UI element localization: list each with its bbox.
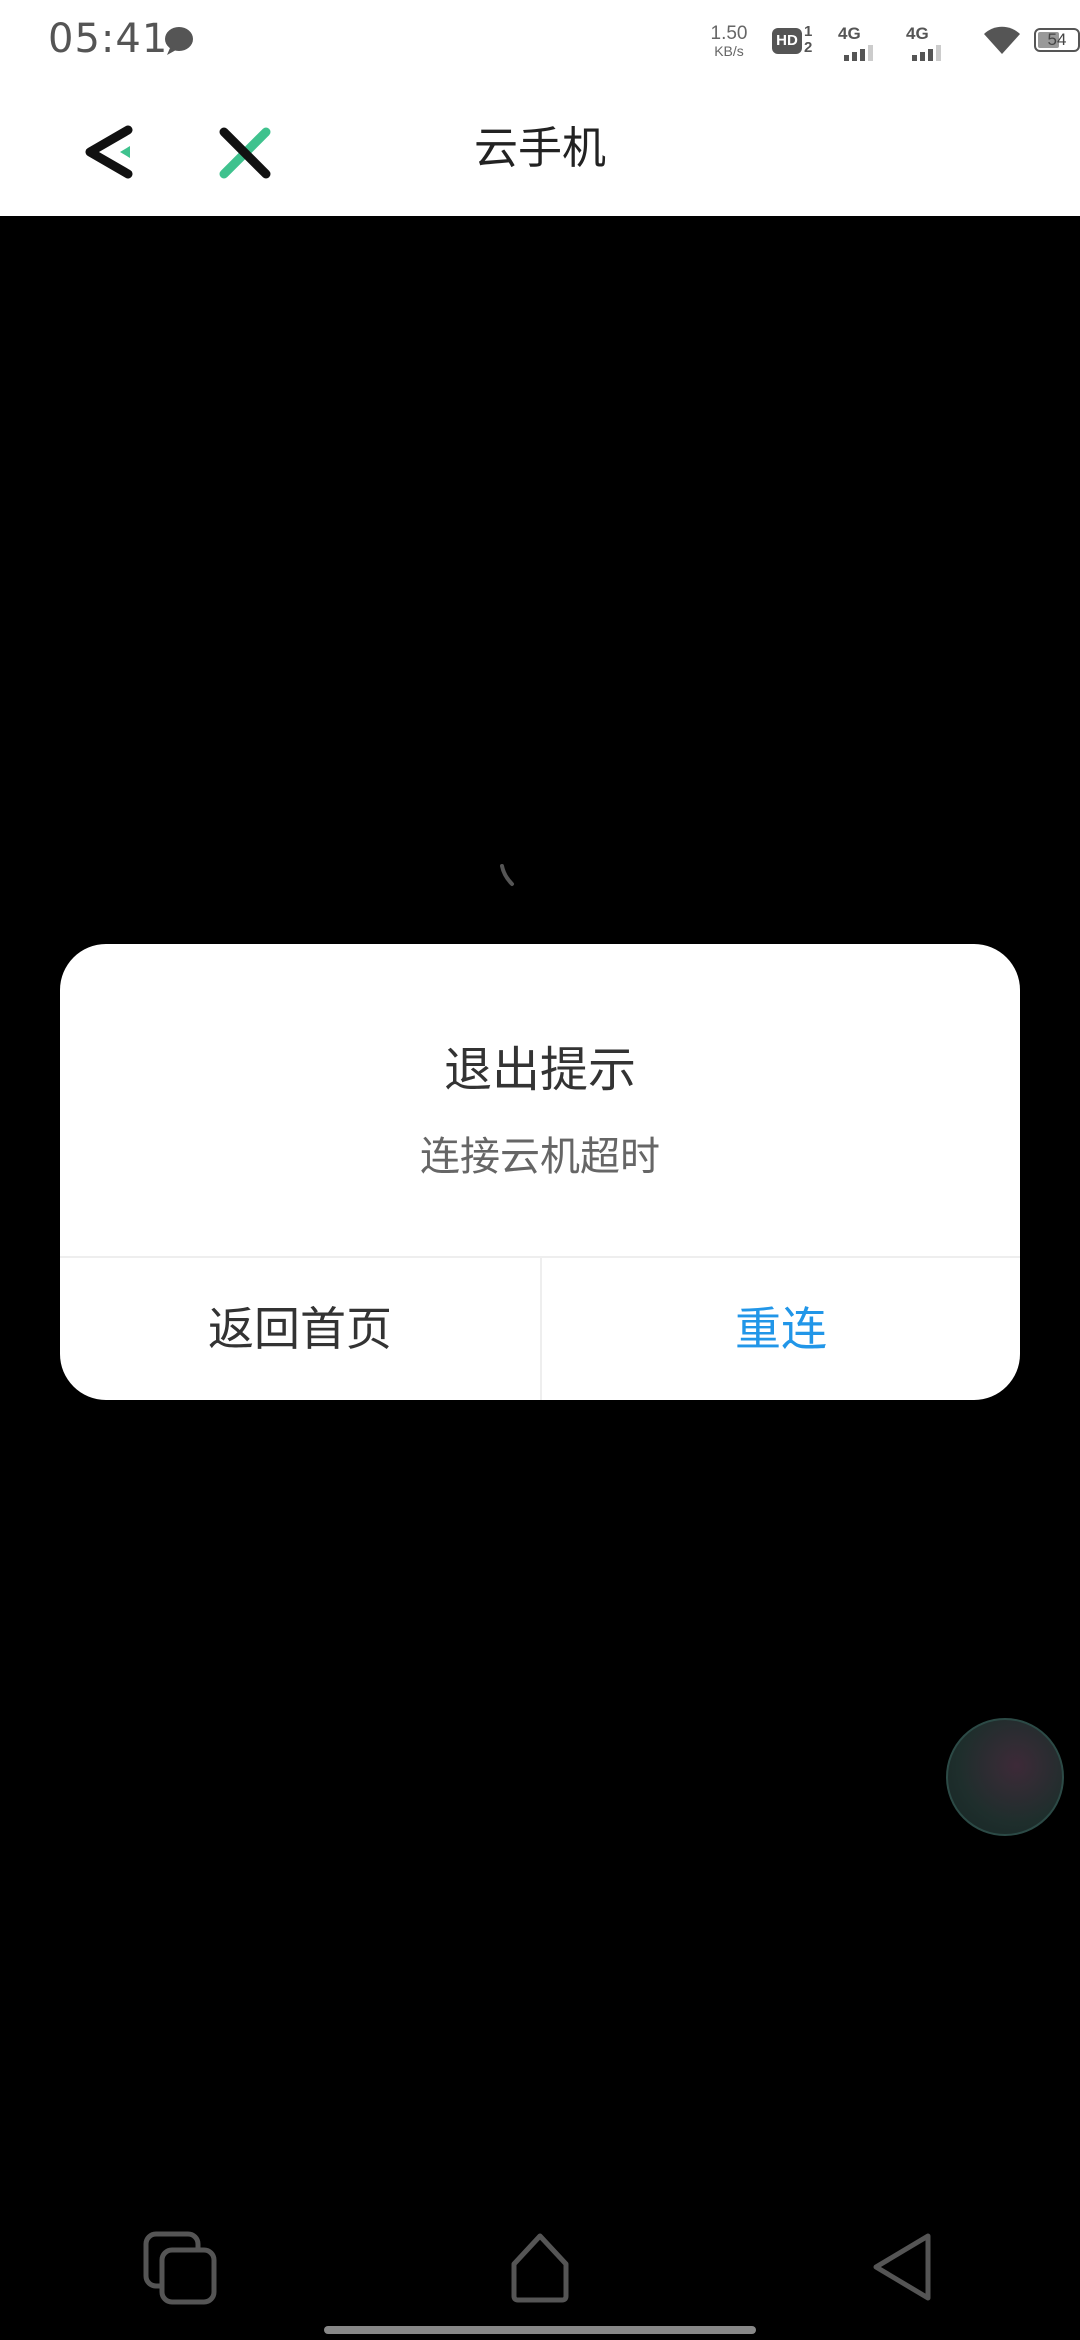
recent-apps-icon <box>143 2231 217 2305</box>
hd-sim-bottom: 2 <box>804 39 813 56</box>
back-button[interactable] <box>78 118 148 188</box>
message-icon <box>162 24 196 62</box>
hd-sim-top: 1 <box>804 23 813 40</box>
hd-voice-icon: HD <box>772 28 802 54</box>
battery-icon: 54 <box>1034 28 1080 52</box>
dialog-title: 退出提示 <box>443 1042 636 1098</box>
return-home-button[interactable]: 返回首页 <box>60 1258 540 1400</box>
dialog-message: 连接云机超时 <box>420 1134 660 1180</box>
battery-level: 54 <box>1047 30 1067 49</box>
navigation-bar <box>0 2210 1080 2340</box>
gesture-bar[interactable] <box>324 2326 756 2334</box>
floating-ball-button[interactable] <box>946 1718 1064 1836</box>
page-title: 云手机 <box>474 123 606 174</box>
close-button[interactable] <box>210 118 280 188</box>
exit-dialog: 退出提示 连接云机超时 返回首页 重连 <box>60 944 1020 1400</box>
network-speed: 1.50 KB/s <box>704 24 754 58</box>
title-bar: 云手机 <box>0 82 1080 216</box>
home-button[interactable] <box>508 2230 572 2308</box>
home-icon <box>511 2233 569 2303</box>
sim1-network-type: 4G <box>838 24 861 43</box>
status-time: 05:41 <box>48 16 169 62</box>
network-speed-value: 1.50 <box>710 23 748 44</box>
close-icon <box>219 127 271 179</box>
sim2-network-type: 4G <box>906 24 929 43</box>
signal-icon: 4G <box>906 24 964 61</box>
back-chevron-icon <box>85 125 133 179</box>
network-speed-unit: KB/s <box>714 43 744 59</box>
back-triangle-icon <box>873 2233 931 2301</box>
hd-sim-indicator: 1 2 <box>804 24 812 56</box>
recent-apps-button[interactable] <box>140 2228 220 2312</box>
reconnect-button[interactable]: 重连 <box>542 1258 1020 1400</box>
system-back-button[interactable] <box>868 2230 938 2308</box>
wifi-icon <box>982 22 1022 60</box>
loading-spinner-icon <box>496 862 526 896</box>
screen: 05:41 1.50 KB/s HD 1 2 4G 4G 54 云手机 退出提示… <box>0 0 1080 2340</box>
status-icons: 1.50 KB/s HD 1 2 4G 4G 54 <box>680 0 1080 82</box>
signal-icon: 4G <box>838 24 896 61</box>
status-bar: 05:41 1.50 KB/s HD 1 2 4G 4G 54 <box>0 0 1080 82</box>
